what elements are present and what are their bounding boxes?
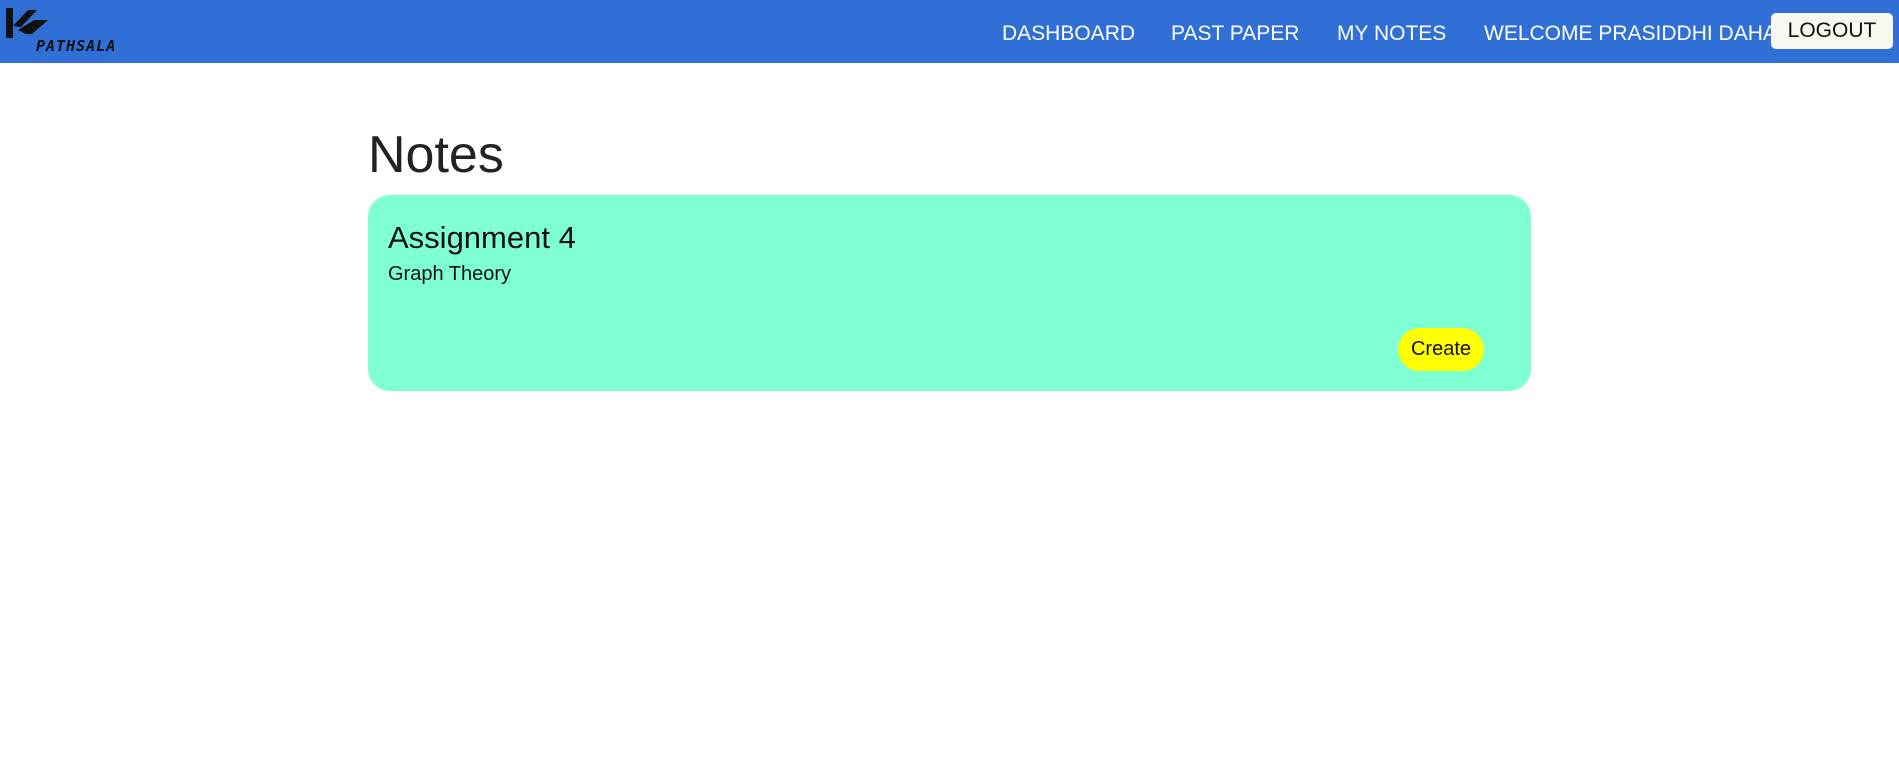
top-navbar: PATHSALA DASHBOARD PAST PAPER MY NOTES W… xyxy=(0,0,1899,63)
logout-button[interactable]: LOGOUT xyxy=(1771,13,1893,49)
create-button[interactable]: Create xyxy=(1398,328,1484,371)
nav-dashboard[interactable]: DASHBOARD xyxy=(1002,22,1135,46)
nav-my-notes[interactable]: MY NOTES xyxy=(1337,22,1446,46)
note-subtitle: Graph Theory xyxy=(388,263,512,285)
nav-past-paper[interactable]: PAST PAPER xyxy=(1171,22,1299,46)
note-card: Assignment 4 Graph Theory Create xyxy=(368,195,1531,391)
welcome-user-text: WELCOME PRASIDDHI DAHAL xyxy=(1484,22,1789,45)
page-title: Notes xyxy=(368,126,504,184)
logo-text: PATHSALA xyxy=(36,37,117,55)
logo[interactable]: PATHSALA xyxy=(4,4,134,56)
note-title: Assignment 4 xyxy=(388,220,576,255)
